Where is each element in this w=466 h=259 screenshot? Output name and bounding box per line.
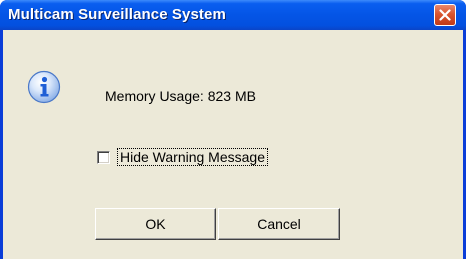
cancel-button[interactable]: Cancel [218,208,340,240]
memory-usage-message: Memory Usage: 823 MB [105,88,256,104]
close-button[interactable] [434,4,456,26]
hide-warning-label[interactable]: Hide Warning Message [117,148,268,166]
window-title: Multicam Surveillance System [8,6,226,23]
dialog-window: Multicam Surveillance System Memory Usag… [0,0,466,259]
hide-warning-row[interactable]: Hide Warning Message [97,148,268,166]
hide-warning-checkbox[interactable] [97,150,110,164]
info-icon [27,70,61,104]
close-icon [439,9,451,21]
dialog-body: Memory Usage: 823 MB Hide Warning Messag… [3,30,463,259]
ok-button[interactable]: OK [95,208,216,240]
title-bar[interactable]: Multicam Surveillance System [0,0,466,30]
